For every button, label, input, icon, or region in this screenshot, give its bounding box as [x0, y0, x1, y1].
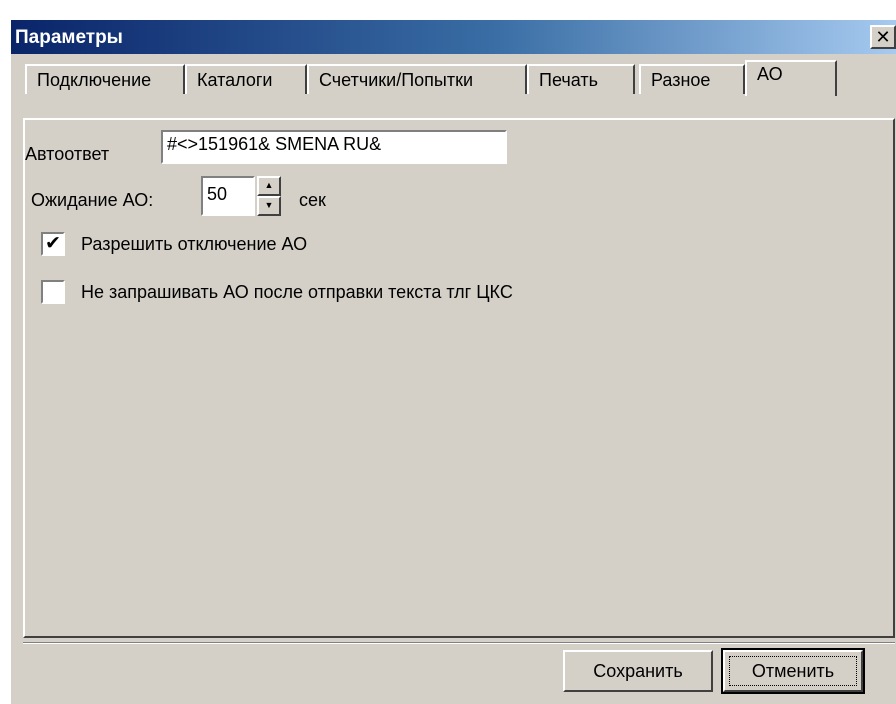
tab-label: Разное [651, 70, 711, 90]
save-button-label: Сохранить [593, 660, 683, 681]
tab-catalogs[interactable]: Каталоги [185, 64, 307, 94]
autoreply-value: #<>151961& SMENA RU& [167, 134, 382, 154]
tab-connection[interactable]: Подключение [25, 64, 185, 94]
spin-up-button[interactable]: ▲ [257, 176, 281, 196]
wait-seconds-input[interactable]: 50 [201, 176, 255, 216]
close-button[interactable]: ✕ [870, 25, 896, 49]
save-button[interactable]: Сохранить [563, 650, 713, 692]
tab-ao[interactable]: АО [745, 60, 837, 96]
wait-seconds-stepper: ▲ ▼ [257, 176, 281, 216]
allow-disable-checkbox[interactable]: ✔ [41, 232, 65, 256]
tab-label: Подключение [37, 70, 152, 90]
wait-seconds-value: 50 [207, 184, 228, 204]
tab-label: Счетчики/Попытки [319, 70, 474, 90]
tab-label: Каталоги [197, 70, 273, 90]
no-ask-label[interactable]: Не запрашивать АО после отправки текста … [81, 282, 513, 303]
tab-panel-ao [23, 118, 895, 638]
parameters-dialog: Параметры ✕ Подключение Каталоги Счетчик… [9, 20, 896, 704]
focus-ring [729, 656, 857, 686]
close-icon: ✕ [875, 27, 891, 47]
wait-unit-label: сек [299, 190, 326, 210]
checkmark-icon: ✔ [45, 233, 61, 254]
spin-down-button[interactable]: ▼ [257, 196, 281, 216]
cancel-button[interactable]: Отменить [721, 648, 865, 694]
tab-counters-attempts[interactable]: Счетчики/Попытки [307, 64, 527, 94]
title-bar[interactable]: Параметры ✕ [11, 20, 896, 54]
footer-divider-highlight [23, 643, 895, 644]
autoreply-input[interactable]: #<>151961& SMENA RU& [161, 130, 507, 164]
tab-label: АО [757, 64, 783, 84]
window-title: Параметры [15, 27, 123, 48]
allow-disable-label[interactable]: Разрешить отключение АО [81, 234, 307, 255]
tab-label: Печать [539, 70, 598, 90]
tab-print[interactable]: Печать [527, 64, 635, 94]
wait-label: Ожидание АО: [31, 190, 154, 210]
chevron-down-icon: ▼ [264, 200, 274, 210]
tab-misc[interactable]: Разное [639, 64, 745, 94]
chevron-up-icon: ▲ [264, 180, 274, 190]
autoreply-label: Автоответ [25, 144, 110, 164]
no-ask-checkbox[interactable] [41, 280, 65, 304]
